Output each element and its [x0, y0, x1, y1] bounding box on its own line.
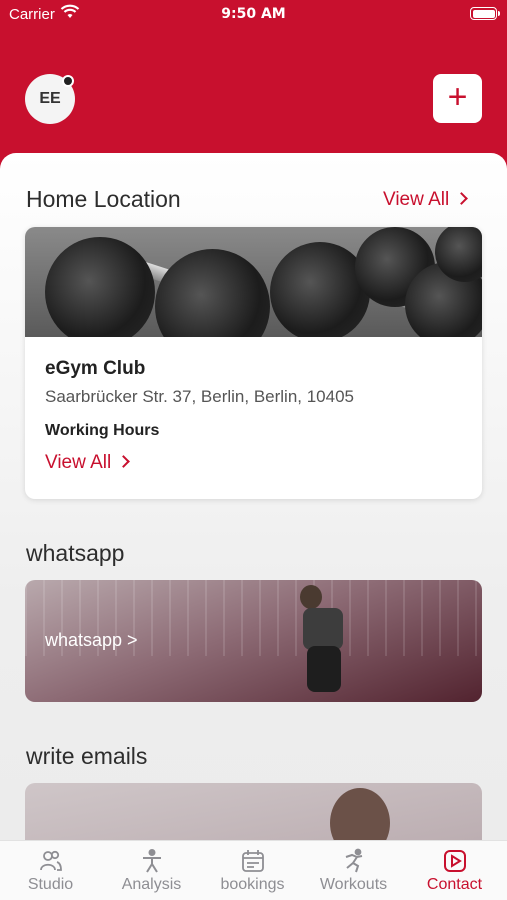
write-emails-banner[interactable] [25, 783, 482, 843]
club-name: eGym Club [45, 358, 146, 379]
tab-studio[interactable]: Studio [0, 841, 101, 900]
working-hours-view-all-label: View All [45, 452, 112, 473]
write-emails-title: write emails [26, 743, 148, 769]
tab-contact[interactable]: Contact [404, 841, 505, 900]
gym-dumbbells-image [25, 227, 482, 337]
add-button[interactable]: + [433, 74, 482, 123]
status-bar: Carrier 9:50 AM [0, 0, 507, 28]
view-all-label: View All [383, 189, 450, 210]
people-icon [39, 850, 62, 871]
tab-label: Analysis [121, 876, 182, 893]
home-location-view-all[interactable]: View All [383, 189, 469, 211]
tab-analysis[interactable]: Analysis [101, 841, 202, 900]
play-icon [443, 850, 466, 872]
calendar-icon [241, 850, 264, 872]
tab-bar: Studio Analysis bookings Workouts Contac… [0, 840, 507, 900]
whatsapp-banner-text: whatsapp > [45, 630, 138, 650]
chevron-right-icon [117, 455, 131, 468]
tab-label: Workouts [319, 876, 388, 893]
notification-dot [62, 75, 74, 87]
runner-figure [300, 585, 322, 609]
tab-label: bookings [220, 876, 285, 893]
tab-workouts[interactable]: Workouts [303, 841, 404, 900]
tab-label: Studio [27, 876, 74, 893]
home-location-title: Home Location [26, 186, 181, 212]
clock: 9:50 AM [221, 6, 286, 22]
battery-icon [470, 7, 500, 20]
main-content[interactable]: Home Location View All eGym Club Saarbrü… [0, 153, 507, 843]
whatsapp-title: whatsapp [26, 540, 125, 566]
working-hours-view-all[interactable]: View All [45, 452, 131, 474]
avatar-initials: EE [39, 90, 61, 107]
chevron-right-icon [455, 192, 469, 205]
tab-label: Contact [426, 876, 483, 893]
club-address: Saarbrücker Str. 37, Berlin, Berlin, 104… [45, 387, 354, 406]
person-image [330, 788, 390, 843]
header: Carrier 9:50 AM EE + [0, 0, 507, 175]
avatar[interactable]: EE [25, 74, 75, 124]
whatsapp-banner[interactable]: whatsapp > [25, 580, 482, 702]
figure-icon [142, 849, 161, 873]
tab-bookings[interactable]: bookings [202, 841, 303, 900]
running-icon [345, 848, 362, 873]
home-location-card[interactable]: eGym Club Saarbrücker Str. 37, Berlin, B… [25, 227, 482, 499]
working-hours-label: Working Hours [45, 422, 160, 439]
